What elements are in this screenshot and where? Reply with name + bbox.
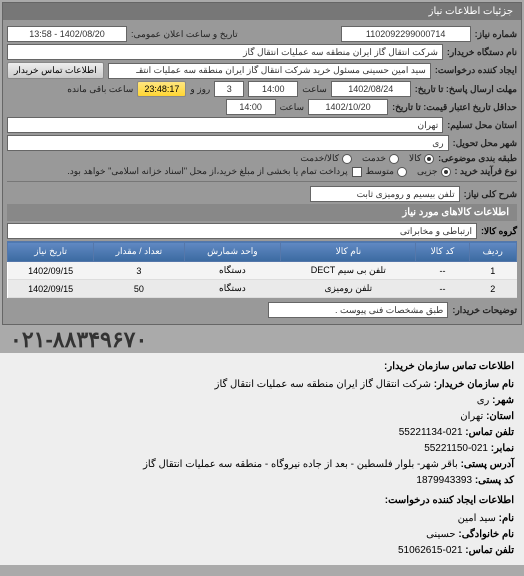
c-fax: 021-55221150 xyxy=(424,443,488,454)
c-phone: 021-55221134 xyxy=(399,427,463,438)
deadline-label: مهلت ارسال پاسخ: تا تاریخ: xyxy=(415,84,517,95)
c-postal: 1879943393 xyxy=(416,475,472,486)
medium-option-label: متوسط xyxy=(366,166,394,177)
validity-date-field xyxy=(308,99,388,115)
number-field xyxy=(341,26,471,42)
c-province: تهران xyxy=(460,411,483,422)
c-address-label: آدرس پستی: xyxy=(461,459,514,470)
cell-idx: 1 xyxy=(469,262,516,280)
days-label: روز و xyxy=(190,84,210,95)
col-qty: تعداد / مقدار xyxy=(94,242,184,262)
org-label: نام دستگاه خریدار: xyxy=(447,47,517,58)
c-city: ری xyxy=(477,395,490,406)
time-label-2: ساعت xyxy=(280,102,305,113)
service-radio[interactable] xyxy=(389,154,399,164)
c-name: سید امین xyxy=(458,513,496,524)
minor-option-label: جزیی xyxy=(417,166,438,177)
desc-field xyxy=(268,302,448,318)
cell-qty: 3 xyxy=(94,262,184,280)
deadline-time-field xyxy=(248,81,298,97)
cell-date: 1402/09/15 xyxy=(8,262,94,280)
cell-qty: 50 xyxy=(94,280,184,298)
time-label-1: ساعت xyxy=(302,84,327,95)
province-label: استان محل تسلیم: xyxy=(447,120,517,131)
days-remaining-field xyxy=(214,81,244,97)
type-label: نوع فرآیند خرید : xyxy=(455,166,518,177)
cell-name: تلفن بی سیم DECT xyxy=(281,262,416,280)
desc-label: توضیحات خریدار: xyxy=(452,305,517,316)
c-address: باقر شهر- بلوار فلسطین - بعد از جاده نیر… xyxy=(143,459,458,470)
c-postal-label: کد پستی: xyxy=(475,475,514,486)
items-table: ردیف کد کالا نام کالا واحد شمارش تعداد /… xyxy=(7,241,517,298)
col-date: تاریخ نیاز xyxy=(8,242,94,262)
product-radio[interactable] xyxy=(424,154,434,164)
product-service-radio[interactable] xyxy=(342,154,352,164)
panel-title: جزئیات اطلاعات نیاز xyxy=(3,3,521,20)
table-row: 2--تلفن رومیزیدستگاه501402/09/15 xyxy=(8,280,517,298)
group-field xyxy=(7,223,477,239)
cell-idx: 2 xyxy=(469,280,516,298)
service-option-label: خدمت xyxy=(362,153,386,164)
payment-note: پرداخت تمام یا بخشی از مبلغ خرید،از محل … xyxy=(67,166,347,177)
col-name: نام کالا xyxy=(281,242,416,262)
validity-time-field xyxy=(226,99,276,115)
requester-field xyxy=(108,63,431,79)
cell-unit: دستگاه xyxy=(184,280,281,298)
treasury-checkbox[interactable] xyxy=(352,167,362,177)
c-phone2-label: تلفن تماس: xyxy=(465,545,514,556)
deadline-date-field xyxy=(331,81,411,97)
city-label: شهر محل تحویل: xyxy=(453,138,517,149)
group-label: گروه کالا: xyxy=(481,226,517,237)
c-name-label: نام: xyxy=(499,513,514,524)
need-title-label: شرح کلی نیاز: xyxy=(464,189,517,200)
minor-radio[interactable] xyxy=(441,167,451,177)
table-row: 1--تلفن بی سیم DECTدستگاه31402/09/15 xyxy=(8,262,517,280)
contact-info-button[interactable]: اطلاعات تماس خریدار xyxy=(7,62,104,79)
c-province-label: استان: xyxy=(486,411,514,422)
cell-unit: دستگاه xyxy=(184,262,281,280)
number-label: شماره نیاز: xyxy=(475,29,517,40)
contact-section2-title: اطلاعات ایجاد کننده درخواست: xyxy=(10,493,514,509)
need-title-field xyxy=(310,186,460,202)
product-option-label: کالا xyxy=(409,153,421,164)
city-field xyxy=(7,135,449,151)
product-service-option-label: کالا/خدمت xyxy=(300,153,339,164)
big-phone-number: ۰۲۱-۸۸۳۴۹۶۷۰ xyxy=(0,327,524,353)
announce-label: تاریخ و ساعت اعلان عمومی: xyxy=(131,29,238,40)
category-label: طبقه بندی موضوعی: xyxy=(438,153,517,164)
col-code: کد کالا xyxy=(416,242,469,262)
c-org-name: شرکت انتقال گاز ایران منطقه سه عملیات ان… xyxy=(215,379,431,390)
org-field xyxy=(7,44,443,60)
medium-radio[interactable] xyxy=(397,167,407,177)
cell-code: -- xyxy=(416,262,469,280)
c-phone-label: تلفن تماس: xyxy=(465,427,514,438)
items-section-title: اطلاعات کالاهای مورد نیاز xyxy=(7,204,517,221)
c-phone2: 021-51062615 xyxy=(398,545,463,556)
validity-label: حداقل تاریخ اعتبار قیمت: تا تاریخ: xyxy=(392,102,517,113)
announce-field xyxy=(7,26,127,42)
c-org-label: نام سازمان خریدار: xyxy=(434,379,514,390)
c-fax-label: نمابر: xyxy=(491,443,514,454)
col-unit: واحد شمارش xyxy=(184,242,281,262)
time-remaining-badge: 23:48:17 xyxy=(137,81,186,97)
c-city-label: شهر: xyxy=(492,395,514,406)
cell-name: تلفن رومیزی xyxy=(281,280,416,298)
contact-section1-title: اطلاعات تماس سازمان خریدار: xyxy=(10,359,514,375)
cell-code: -- xyxy=(416,280,469,298)
cell-date: 1402/09/15 xyxy=(8,280,94,298)
c-family-label: نام خانوادگی: xyxy=(458,529,514,540)
c-family: حسینی xyxy=(426,529,455,540)
col-idx: ردیف xyxy=(469,242,516,262)
province-field xyxy=(7,117,443,133)
remaining-label: ساعت باقی مانده xyxy=(67,84,133,95)
requester-label: ایجاد کننده درخواست: xyxy=(435,65,517,76)
